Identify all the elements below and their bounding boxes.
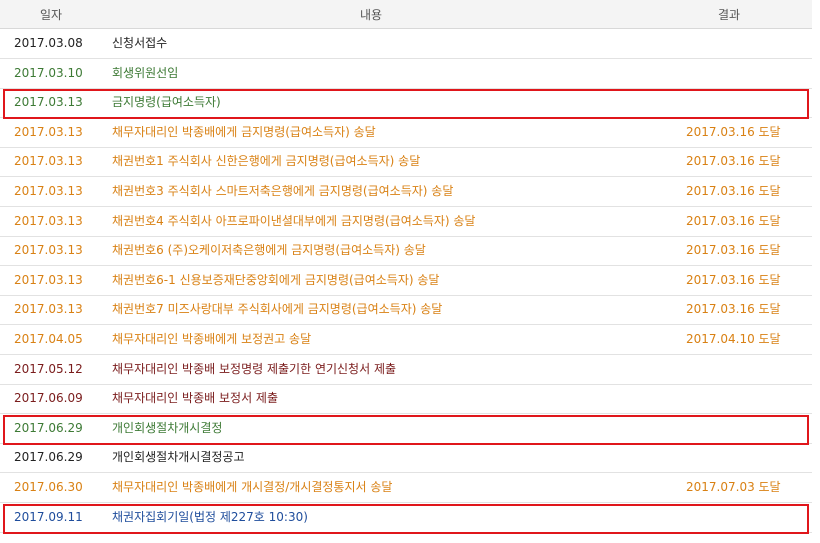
table-row: 2017.03.13 채무자대리인 박종배에게 금지명령(급여소득자) 송달 201… bbox=[0, 118, 812, 148]
row-content: 회생위원선임 bbox=[112, 66, 179, 80]
row-content: 개인회생절차개시결정공고 bbox=[112, 450, 245, 464]
row-date: 2017.03.13 bbox=[14, 125, 83, 139]
row-date: 2017.03.13 bbox=[14, 273, 83, 287]
row-date: 2017.09.11 bbox=[14, 510, 83, 524]
table-row: 2017.03.13 채권번호6-1 신용보증재단중앙회에게 금지명령(급여소득자… bbox=[0, 266, 812, 296]
row-result: 2017.03.16 도달 bbox=[686, 154, 781, 168]
case-progress-table: 일자 내용 결과 2017.03.08 신청서접수 2017.03.10 회생위원선임… bbox=[0, 0, 820, 543]
table-row: 2017.06.29 개인회생절차개시결정공고 bbox=[0, 443, 812, 473]
row-date: 2017.06.30 bbox=[14, 480, 83, 494]
row-result: 2017.03.16 도달 bbox=[686, 243, 781, 257]
row-content: 채권번호6 (주)오케이저축은행에게 금지명령(급여소득자) 송달 bbox=[112, 243, 426, 257]
header-result: 결과 bbox=[718, 8, 741, 22]
row-date: 2017.03.10 bbox=[14, 66, 83, 80]
row-result: 2017.03.16 도달 bbox=[686, 125, 781, 139]
row-date: 2017.06.29 bbox=[14, 421, 83, 435]
header-date: 일자 bbox=[40, 8, 63, 22]
table-row: 2017.09.11 채권자집회기일(법정 제227호 10:30) bbox=[0, 503, 812, 533]
table-row: 2017.04.05 채무자대리인 박종배에게 보정권고 송달 2017.04.10… bbox=[0, 325, 812, 355]
table-row: 2017.03.13 채권번호1 주식회사 신한은행에게 금지명령(급여소득자) … bbox=[0, 147, 812, 177]
table-row: 2017.06.30 채무자대리인 박종배에게 개시결정/개시결정통지서 송달 20… bbox=[0, 473, 812, 503]
row-date: 2017.03.13 bbox=[14, 214, 83, 228]
row-result: 2017.04.10 도달 bbox=[686, 332, 781, 346]
row-content: 채무자대리인 박종배에게 금지명령(급여소득자) 송달 bbox=[112, 125, 376, 139]
row-date: 2017.03.08 bbox=[14, 36, 83, 50]
row-content: 채권번호7 미즈사랑대부 주식회사에게 금지명령(급여소득자) 송달 bbox=[112, 302, 443, 316]
table-row: 2017.06.09 채무자대리인 박종배 보정서 제출 bbox=[0, 384, 812, 414]
table-row: 2017.03.13 채권번호4 주식회사 아프로파이낸셜대부에게 금지명령(급여… bbox=[0, 207, 812, 237]
table-row: 2017.03.13 채권번호7 미즈사랑대부 주식회사에게 금지명령(급여소득자… bbox=[0, 295, 812, 325]
row-content: 금지명령(급여소득자) bbox=[112, 95, 221, 109]
row-content: 채무자대리인 박종배에게 보정권고 송달 bbox=[112, 332, 312, 346]
row-content: 채무자대리인 박종배 보정서 제출 bbox=[112, 391, 279, 405]
row-date: 2017.03.13 bbox=[14, 302, 83, 316]
row-date: 2017.06.09 bbox=[14, 391, 83, 405]
row-date: 2017.03.13 bbox=[14, 243, 83, 257]
table-row: 2017.05.12 채무자대리인 박종배 보정명령 제출기한 연기신청서 제출 bbox=[0, 355, 812, 385]
row-date: 2017.03.13 bbox=[14, 154, 83, 168]
row-result: 2017.03.16 도달 bbox=[686, 302, 781, 316]
row-content: 신청서접수 bbox=[112, 36, 168, 50]
table-row: 2017.03.13 채권번호6 (주)오케이저축은행에게 금지명령(급여소득자)… bbox=[0, 236, 812, 266]
row-result: 2017.03.16 도달 bbox=[686, 273, 781, 287]
row-content: 채권번호6-1 신용보증재단중앙회에게 금지명령(급여소득자) 송달 bbox=[112, 273, 440, 287]
row-date: 2017.04.05 bbox=[14, 332, 83, 346]
row-result: 2017.03.16 도달 bbox=[686, 214, 781, 228]
row-content: 개인회생절차개시결정 bbox=[112, 421, 223, 435]
row-content: 채무자대리인 박종배 보정명령 제출기한 연기신청서 제출 bbox=[112, 362, 397, 376]
row-content: 채무자대리인 박종배에게 개시결정/개시결정통지서 송달 bbox=[112, 480, 393, 494]
row-content: 채권번호4 주식회사 아프로파이낸셜대부에게 금지명령(급여소득자) 송달 bbox=[112, 214, 476, 228]
table-row: 2017.03.13 채권번호3 주식회사 스마트저축은행에게 금지명령(급여소득… bbox=[0, 177, 812, 207]
row-content: 채권자집회기일(법정 제227호 10:30) bbox=[112, 510, 308, 524]
row-result: 2017.07.03 도달 bbox=[686, 480, 781, 494]
row-content: 채권번호3 주식회사 스마트저축은행에게 금지명령(급여소득자) 송달 bbox=[112, 184, 454, 198]
table-header: 일자 내용 결과 bbox=[0, 0, 812, 29]
row-result: 2017.03.16 도달 bbox=[686, 184, 781, 198]
table-row: 2017.03.10 회생위원선임 bbox=[0, 59, 812, 89]
row-date: 2017.06.29 bbox=[14, 450, 83, 464]
row-date: 2017.03.13 bbox=[14, 95, 83, 109]
row-content: 채권번호1 주식회사 신한은행에게 금지명령(급여소득자) 송달 bbox=[112, 154, 421, 168]
header-content: 내용 bbox=[360, 8, 383, 22]
table-row: 2017.03.13 금지명령(급여소득자) bbox=[0, 88, 812, 118]
row-date: 2017.05.12 bbox=[14, 362, 83, 376]
row-date: 2017.03.13 bbox=[14, 184, 83, 198]
table-row: 2017.03.08 신청서접수 bbox=[0, 29, 812, 59]
table-row: 2017.06.29 개인회생절차개시결정 bbox=[0, 414, 812, 444]
